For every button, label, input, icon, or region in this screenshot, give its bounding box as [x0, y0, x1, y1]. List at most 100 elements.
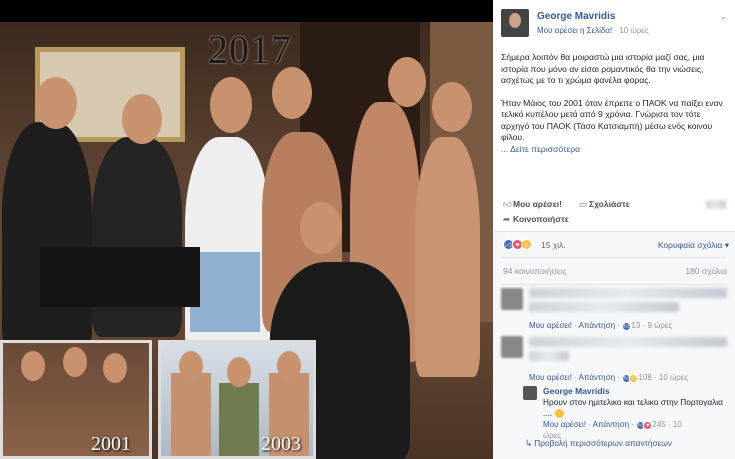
post-paragraph-text: Ήταν Μάιος του 2001 όταν έπρεπε ο ΠΑΟΚ ν… [501, 97, 723, 143]
viewer-topbar [0, 0, 493, 22]
reply-text: Ηρουν στον ημιτελικο και τελικο στην Πορ… [543, 397, 723, 418]
dot: · [642, 321, 646, 330]
dot: · [668, 420, 671, 429]
player-head [432, 82, 472, 132]
comment-time[interactable]: 9 ώρες [647, 321, 672, 330]
player-head [122, 94, 162, 144]
year-label-2001: 2001 [91, 433, 131, 455]
share-icon: ➦ [503, 214, 511, 224]
comment-actions: Μου αρέσει! · Απάντηση · 👍︎☺ 108 · 10 ώρ… [529, 373, 688, 383]
share-label: Κοινοποιήστε [513, 214, 569, 224]
player-figure [415, 137, 480, 377]
comment-like-link[interactable]: Μου αρέσει! [529, 373, 572, 382]
caret-down-icon: ▾ [724, 240, 729, 250]
dot: · [617, 321, 620, 330]
commenter-avatar[interactable] [501, 288, 523, 310]
commenter-avatar[interactable] [501, 336, 523, 358]
meta-separator: · [614, 26, 618, 35]
post-time[interactable]: 10 ώρες [619, 26, 648, 35]
see-more-link[interactable]: ... Δείτε περισσότερα [501, 144, 580, 154]
inset-face [21, 351, 45, 381]
inset-photo-2001: 2001 [0, 340, 152, 459]
reply-arrow-icon: ↳ [525, 438, 532, 448]
reply-time-num[interactable]: 10 [673, 420, 682, 429]
inset-figure [219, 383, 259, 456]
like-reaction-icon: 👍︎ [622, 322, 632, 331]
comment-icon: ▭ [579, 199, 588, 209]
reaction-count[interactable]: 15 χιλ. [541, 240, 566, 250]
comment-sort-dropdown[interactable]: Κορυφαία σχόλια ▾ [658, 240, 729, 251]
reply-actions: Μου αρέσει! · Απάντηση · 👍︎ ♥ 245 · 10 [543, 420, 682, 430]
inset-face [277, 351, 301, 381]
comment-count[interactable]: 180 σχόλια [685, 266, 727, 276]
emoji-icon [554, 409, 564, 419]
inset-face [179, 351, 203, 381]
post-paragraph: Σήμερα λοιπόν θα μοιραστώ μια ιστορία μα… [501, 52, 705, 85]
redacted-comment-text [529, 351, 569, 361]
year-label-2017: 2017 [208, 27, 292, 72]
chevron-down-icon[interactable]: ⌄ [719, 11, 727, 22]
dot: · [654, 373, 657, 382]
reply-reply-link[interactable]: Απάντηση [593, 420, 629, 429]
comment-like-count[interactable]: 108 [638, 373, 651, 382]
divider [501, 284, 727, 285]
redacted-action [706, 200, 726, 209]
redacted-comment-text [529, 288, 727, 298]
dot: · [574, 321, 577, 330]
comment-label: Σχολιάστε [589, 199, 630, 209]
facebook-photo-viewer: 2017 2001 2003 George Mavridis Μου αρέσε… [0, 0, 735, 459]
post-author[interactable]: George Mavridis [537, 11, 615, 22]
reply-author[interactable]: George Mavridis [543, 386, 610, 396]
haha-reaction-icon: ☺ [521, 239, 532, 250]
comment-reply-link[interactable]: Απάντηση [579, 373, 615, 382]
liked-page-link[interactable]: Μου αρέσει η Σελίδα! [537, 26, 612, 35]
reply-author-avatar[interactable] [523, 386, 537, 400]
player-head [388, 57, 426, 107]
reply-like-link[interactable]: Μου αρέσει! [543, 420, 586, 429]
reaction-icons[interactable]: 👍︎ ♥ ☺ [503, 239, 532, 250]
dot: · [631, 420, 634, 429]
avatar-face [509, 13, 521, 28]
dot: · [574, 373, 577, 382]
player-figure [2, 122, 92, 352]
player-shorts-row [40, 247, 200, 307]
dot: · [617, 373, 620, 382]
redacted-comment-text [529, 337, 727, 347]
view-more-replies-link[interactable]: ↳ Προβολή περισσότερων απαντήσεων [525, 438, 672, 448]
comment-like-link[interactable]: Μου αρέσει! [529, 321, 572, 330]
inset-figure [171, 373, 211, 456]
like-button[interactable]: 👍︎Μου αρέσει! [503, 199, 562, 210]
comments-section: Μου αρέσει! · Απάντηση · 👍︎ 13 · 9 ώρες … [493, 284, 735, 459]
post-paragraph: Ήταν Μάιος του 2001 όταν έπρεπε ο ΠΑΟΚ ν… [501, 98, 729, 156]
like-label: Μου αρέσει! [513, 199, 562, 209]
player-figure [92, 137, 182, 337]
author-avatar[interactable] [501, 9, 529, 37]
reply-like-count[interactable]: 245 [652, 420, 665, 429]
dot: · [588, 420, 591, 429]
love-reaction-icon: ♥ [643, 421, 653, 430]
sort-label: Κορυφαία σχόλια [657, 240, 723, 250]
share-button[interactable]: ➦ Κοινοποιήστε [503, 214, 569, 225]
comment-time[interactable]: 10 ώρες [659, 373, 688, 382]
inset-face [63, 347, 87, 377]
redacted-comment-text [529, 302, 679, 312]
post-body: Σήμερα λοιπόν θα μοιραστώ μια ιστορία μα… [501, 52, 729, 166]
player-head [272, 67, 312, 119]
comment-button[interactable]: ▭ Σχολιάστε [579, 199, 630, 210]
year-label-2003: 2003 [261, 433, 301, 455]
share-count[interactable]: 94 κοινοποιήσεις [503, 266, 567, 276]
comment-actions: Μου αρέσει! · Απάντηση · 👍︎ 13 · 9 ώρες [529, 321, 672, 331]
comment-reply-link[interactable]: Απάντηση [579, 321, 615, 330]
post-meta: Μου αρέσει η Σελίδα! · 10 ώρες [537, 26, 649, 35]
player-head [35, 77, 77, 129]
view-more-replies-label: Προβολή περισσότερων απαντήσεων [534, 438, 672, 448]
post-header: George Mavridis Μου αρέσει η Σελίδα! · 1… [501, 9, 729, 39]
post-photo[interactable]: 2017 2001 2003 [0, 22, 493, 459]
post-sidebar: George Mavridis Μου αρέσει η Σελίδα! · 1… [493, 0, 735, 459]
player-jeans [190, 252, 260, 332]
post-stats: 👍︎ ♥ ☺ 15 χιλ. Κορυφαία σχόλια ▾ 94 κοινοπ… [493, 232, 735, 284]
thumbs-up-icon: 👍︎ [503, 199, 512, 209]
inset-photo-2003: 2003 [158, 340, 316, 459]
inset-face [227, 357, 251, 387]
comment-like-count[interactable]: 13 [631, 321, 640, 330]
